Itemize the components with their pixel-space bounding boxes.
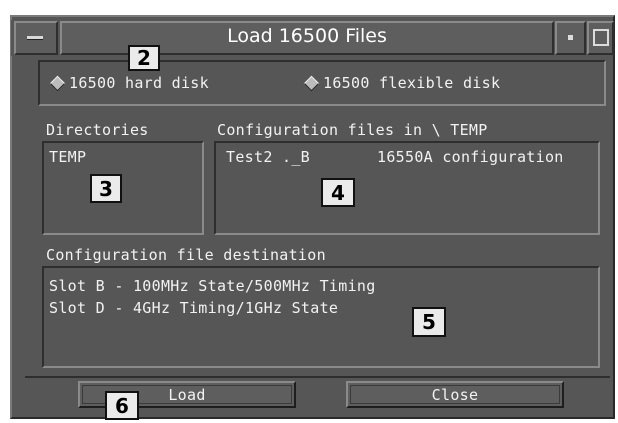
config-file-name[interactable]: Test2 ._B [226,148,310,166]
radio-flexible-disk[interactable]: 16500 flexible disk [303,73,501,93]
destination-item[interactable]: Slot D - 4GHz Timing/1GHz State [49,299,338,317]
radio-hard-disk[interactable]: 16500 hard disk [49,73,209,93]
window-menu-button[interactable] [14,21,58,55]
close-button[interactable]: Close [346,381,564,408]
button-focus-ring [350,385,560,404]
radio-diamond-icon [49,75,66,91]
config-files-label: Configuration files in \ TEMP [217,121,488,139]
radio-label: 16500 flexible disk [323,74,501,92]
load-files-dialog: Load 16500 Files 16500 hard disk 16500 f… [0,0,618,423]
radio-diamond-icon [303,75,320,91]
directory-item[interactable]: TEMP [49,148,86,166]
callout-5: 5 [412,307,446,337]
config-file-type[interactable]: 16550A configuration [377,148,564,166]
callout-4: 4 [321,178,355,207]
maximize-icon [593,29,609,46]
destination-list[interactable]: Slot B - 100MHz State/500MHz Timing Slot… [42,266,600,368]
callout-2: 2 [128,45,160,71]
callout-6: 6 [105,391,139,420]
minimize-icon [568,35,573,40]
radio-label: 16500 hard disk [69,74,209,92]
maximize-button[interactable] [587,21,614,55]
window-menu-icon [27,36,43,40]
callout-3: 3 [90,174,122,203]
minimize-button[interactable] [555,21,586,55]
config-files-list[interactable]: Test2 ._B 16550A configuration [214,141,600,235]
directories-label: Directories [46,121,149,139]
window-title: Load 16500 Files [227,25,387,47]
directories-list[interactable]: TEMP [42,141,204,235]
destination-label: Configuration file destination [46,246,326,264]
destination-item[interactable]: Slot B - 100MHz State/500MHz Timing [49,277,376,295]
